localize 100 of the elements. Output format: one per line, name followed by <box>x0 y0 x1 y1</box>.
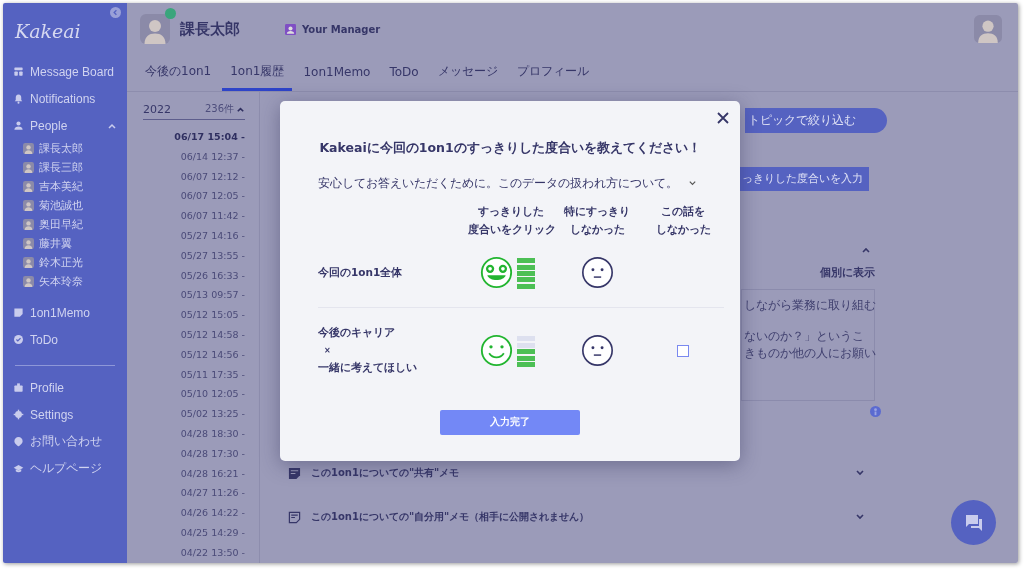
check-circle-icon <box>13 334 24 345</box>
history-date[interactable]: 05/26 16:33 - <box>143 265 245 286</box>
avatar-icon <box>23 276 34 287</box>
chevron-down-icon[interactable] <box>855 468 865 478</box>
person-name[interactable]: 課長太郎 <box>39 141 83 156</box>
avatar-icon <box>974 15 1002 43</box>
history-date[interactable]: 06/07 12:05 - <box>143 186 245 207</box>
graduation-cap-icon <box>13 463 24 474</box>
note-outline-icon <box>288 510 301 524</box>
chat-icon <box>963 512 984 533</box>
neutral-face-icon[interactable] <box>580 256 614 290</box>
submit-button[interactable]: 入力完了 <box>440 409 580 435</box>
data-usage-note[interactable]: 安心してお答えいただくために。このデータの扱われ方について。 <box>318 175 678 192</box>
board-icon <box>13 66 24 77</box>
history-date[interactable]: 05/12 15:05 - <box>143 305 245 325</box>
settings-icon <box>13 409 24 420</box>
tab[interactable]: 1on1履歴 <box>222 55 293 91</box>
section-title[interactable]: この1on1についての"自分用"メモ（相手に公開されません） <box>311 510 590 524</box>
history-date[interactable]: 06/07 12:12 - <box>143 166 245 187</box>
checkbox[interactable] <box>677 344 689 357</box>
note-icon <box>288 466 301 480</box>
tab[interactable]: メッセージ <box>429 55 506 91</box>
nav-label[interactable]: Message Board <box>30 64 115 79</box>
memo-text: ないのか？」というこ <box>744 329 865 344</box>
nav-label[interactable]: お問い合わせ <box>30 433 102 450</box>
history-date[interactable]: 06/07 11:42 - <box>143 206 245 226</box>
person-name[interactable]: 菊池誠也 <box>39 198 83 213</box>
year-label: 2022 <box>143 102 171 116</box>
record-count: 236件 <box>204 102 234 116</box>
history-date[interactable]: 04/28 16:21 - <box>143 463 245 484</box>
avatar-icon <box>23 219 34 230</box>
nav-label[interactable]: ToDo <box>30 332 58 347</box>
history-date[interactable]: 05/02 13:25 - <box>143 404 245 424</box>
person-name[interactable]: 課長三郎 <box>39 160 83 175</box>
person-name[interactable]: 奥田早紀 <box>39 217 83 232</box>
topic-label: × <box>323 346 332 356</box>
history-date[interactable]: 05/12 14:58 - <box>143 324 245 345</box>
chevron-up-icon[interactable] <box>236 104 245 114</box>
history-date[interactable]: 04/27 11:26 - <box>143 483 245 504</box>
filter-button[interactable]: トピックで絞り込む <box>745 108 887 133</box>
topic-label: 今回の1on1全体 <box>318 265 404 280</box>
history-date[interactable]: 04/22 13:50 - <box>143 542 245 563</box>
tab[interactable]: プロフィール <box>508 55 597 91</box>
memo-icon <box>13 307 24 318</box>
bell-icon <box>13 93 24 104</box>
avatar-icon <box>23 181 34 192</box>
history-date[interactable]: 04/25 14:29 - <box>143 522 245 543</box>
history-date[interactable]: 04/28 17:30 - <box>143 443 245 464</box>
column-header: すっきりした 度合いをクリック <box>468 204 554 238</box>
nav-label[interactable]: Profile <box>30 380 64 395</box>
collapse-icon[interactable] <box>110 7 121 18</box>
person-icon <box>13 120 24 131</box>
tab[interactable]: 今後の1on1 <box>137 55 220 91</box>
show-individually-link[interactable]: 個別に表示 <box>820 265 875 280</box>
column-header: 特にすっきり しなかった <box>563 204 631 238</box>
history-date[interactable]: 05/13 09:57 - <box>143 285 245 306</box>
person-icon <box>285 23 296 35</box>
star-eyes-face-icon[interactable] <box>479 256 513 290</box>
neutral-face-icon[interactable] <box>580 334 614 368</box>
avatar-icon <box>23 143 34 154</box>
section-title[interactable]: この1on1についての"共有"メモ <box>311 466 460 480</box>
avatar-icon <box>23 238 34 249</box>
person-name[interactable]: 矢本玲奈 <box>39 274 83 289</box>
topic-label: 今後のキャリア <box>318 326 396 341</box>
history-date[interactable]: 04/26 14:22 - <box>143 503 245 523</box>
manager-name: 課長太郎 <box>180 19 241 39</box>
avatar-icon <box>140 14 170 44</box>
nav-label[interactable]: 1on1Memo <box>30 305 91 320</box>
nav-label[interactable]: People <box>30 118 68 133</box>
role-label: Your Manager <box>302 23 381 35</box>
dialog-title: Kakeaiに今回の1on1のすっきりした度合いを教えてください！ <box>318 140 702 157</box>
tab[interactable]: ToDo <box>381 55 427 91</box>
chat-button[interactable] <box>951 500 996 545</box>
nav-label[interactable]: Notifications <box>30 91 96 106</box>
history-date[interactable]: 06/17 15:04 - <box>143 127 245 147</box>
history-date[interactable]: 04/28 18:30 - <box>143 423 245 444</box>
history-date[interactable]: 05/11 17:35 - <box>143 364 245 385</box>
avatar-icon <box>23 200 34 211</box>
person-name[interactable]: 藤井翼 <box>39 236 72 251</box>
rate-button[interactable]: っきりした度合いを入力 <box>740 167 869 191</box>
chevron-up-icon[interactable] <box>861 245 871 255</box>
history-date[interactable]: 05/27 13:55 - <box>143 245 245 266</box>
history-date[interactable]: 06/14 12:37 - <box>143 146 245 167</box>
nav-label[interactable]: Settings <box>30 407 74 422</box>
tab[interactable]: 1on1Memo <box>295 55 379 91</box>
history-date[interactable]: 05/12 14:56 - <box>143 344 245 365</box>
chevron-down-icon[interactable] <box>855 512 865 522</box>
person-name[interactable]: 鈴木正光 <box>39 255 83 270</box>
history-date[interactable]: 05/27 14:16 - <box>143 226 245 246</box>
column-header: この話を しなかった <box>654 204 712 238</box>
nav-label[interactable]: ヘルプページ <box>30 460 102 477</box>
logo: Kakeai <box>15 20 82 42</box>
chevron-down-icon[interactable] <box>688 179 697 188</box>
topic-label: 一緒に考えてほしい <box>318 361 418 376</box>
person-name[interactable]: 吉本美紀 <box>39 179 83 194</box>
history-date[interactable]: 05/10 12:05 - <box>143 384 245 405</box>
info-icon[interactable] <box>870 406 881 417</box>
close-icon[interactable] <box>716 111 730 125</box>
smiley-face-icon[interactable] <box>479 334 513 368</box>
avatar-icon <box>23 257 34 268</box>
